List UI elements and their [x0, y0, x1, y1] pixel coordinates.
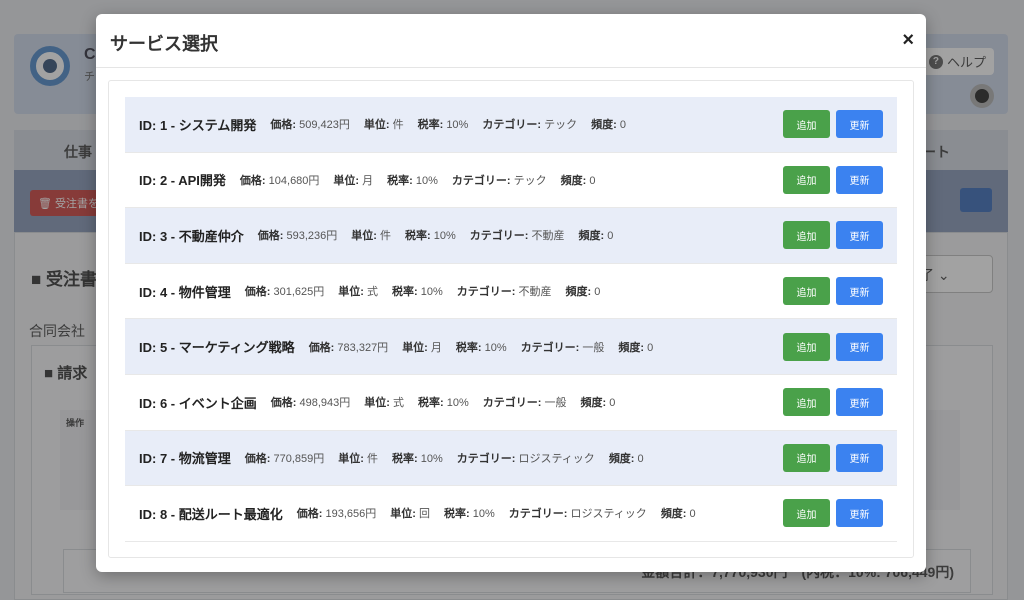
- update-button[interactable]: 更新: [836, 221, 883, 250]
- service-list: ID: 1 - システム開発 価格: 509,423円 単位: 件税率: 10% カテ…: [125, 97, 897, 542]
- service-unit: 単位: 件: [351, 230, 391, 243]
- row-actions: 追加 更新: [783, 221, 883, 250]
- add-button[interactable]: 追加: [783, 277, 830, 306]
- update-button[interactable]: 更新: [836, 388, 883, 417]
- modal-title: サービス選択: [110, 34, 218, 54]
- service-unit: 単位: 回: [390, 508, 430, 521]
- service-select-modal: サービス選択 × ID: 1 - システム開発 価格: 509,423円 単位: 件…: [96, 14, 926, 572]
- service-name: ID: 1 - システム開発: [139, 117, 257, 133]
- row-actions: 追加 更新: [783, 499, 883, 528]
- update-button[interactable]: 更新: [836, 443, 883, 472]
- row-actions: 追加 更新: [783, 332, 883, 361]
- service-frequency: 頻度: 0: [580, 397, 616, 410]
- service-name: ID: 2 - API開発: [139, 173, 226, 189]
- update-button[interactable]: 更新: [836, 110, 883, 139]
- service-category: カテゴリー: テック: [451, 174, 547, 187]
- service-tax: 税率: 10%: [417, 397, 469, 410]
- service-price: 価格: 783,327円: [308, 341, 389, 354]
- row-actions: 追加 更新: [783, 388, 883, 417]
- modal-header: サービス選択 ×: [96, 14, 926, 68]
- service-category: カテゴリー: ロジスティック: [508, 508, 647, 521]
- service-row: ID: 1 - システム開発 価格: 509,423円 単位: 件税率: 10% カテ…: [125, 97, 897, 153]
- update-button[interactable]: 更新: [836, 165, 883, 194]
- service-frequency: 頻度: 0: [578, 230, 614, 243]
- service-name: ID: 4 - 物件管理: [139, 284, 231, 300]
- row-actions: 追加 更新: [783, 165, 883, 194]
- service-tax: 税率: 10%: [404, 230, 456, 243]
- service-frequency: 頻度: 0: [608, 452, 644, 465]
- service-price: 価格: 498,943円: [270, 397, 351, 410]
- service-tax: 税率: 10%: [417, 119, 469, 132]
- service-price: 価格: 104,680円: [239, 174, 320, 187]
- service-category: カテゴリー: 不動産: [469, 230, 565, 243]
- service-category: カテゴリー: テック: [482, 119, 578, 132]
- service-unit: 単位: 件: [338, 452, 378, 465]
- add-button[interactable]: 追加: [783, 499, 830, 528]
- add-button[interactable]: 追加: [783, 332, 830, 361]
- service-price: 価格: 193,656円: [296, 508, 377, 521]
- service-unit: 単位: 月: [333, 174, 374, 187]
- service-frequency: 頻度: 0: [560, 174, 596, 187]
- row-actions: 追加 更新: [783, 277, 883, 306]
- service-name: ID: 5 - マーケティング戦略: [139, 340, 295, 356]
- service-name: ID: 8 - 配送ルート最適化: [139, 506, 283, 522]
- service-tax: 税率: 10%: [387, 174, 438, 187]
- update-button[interactable]: 更新: [836, 332, 883, 361]
- add-button[interactable]: 追加: [783, 443, 830, 472]
- add-button[interactable]: 追加: [783, 388, 830, 417]
- update-button[interactable]: 更新: [836, 277, 883, 306]
- service-row: ID: 3 - 不動産仲介 価格: 593,236円 単位: 件税率: 10% カテゴ…: [125, 208, 897, 264]
- service-frequency: 頻度: 0: [565, 286, 601, 299]
- add-button[interactable]: 追加: [783, 221, 830, 250]
- service-frequency: 頻度: 0: [591, 119, 626, 132]
- service-row: ID: 5 - マーケティング戦略 価格: 783,327円 単位: 月税率: 10…: [125, 319, 897, 375]
- service-category: カテゴリー: 不動産: [456, 286, 552, 299]
- close-button[interactable]: ×: [902, 30, 914, 50]
- service-category: カテゴリー: 一般: [520, 341, 605, 354]
- modal-body: ID: 1 - システム開発 価格: 509,423円 単位: 件税率: 10% カテ…: [108, 80, 914, 558]
- row-actions: 追加 更新: [783, 443, 883, 472]
- add-button[interactable]: 追加: [783, 165, 830, 194]
- service-row: ID: 6 - イベント企画 価格: 498,943円 単位: 式税率: 10% カテ…: [125, 374, 897, 431]
- row-actions: 追加 更新: [783, 110, 883, 139]
- service-frequency: 頻度: 0: [618, 341, 654, 354]
- service-price: 価格: 593,236円: [257, 230, 338, 243]
- service-unit: 単位: 件: [363, 119, 404, 132]
- service-name: ID: 7 - 物流管理: [139, 451, 231, 467]
- service-unit: 単位: 式: [364, 397, 404, 410]
- update-button[interactable]: 更新: [836, 499, 883, 528]
- service-category: カテゴリー: 一般: [482, 397, 567, 410]
- service-tax: 税率: 10%: [455, 341, 507, 354]
- service-frequency: 頻度: 0: [660, 508, 696, 521]
- service-name: ID: 6 - イベント企画: [139, 395, 257, 411]
- service-price: 価格: 301,625円: [244, 286, 325, 299]
- service-unit: 単位: 月: [402, 341, 442, 354]
- service-tax: 税率: 10%: [391, 286, 443, 299]
- service-row: ID: 8 - 配送ルート最適化 価格: 193,656円 単位: 回税率: 10%…: [125, 486, 897, 542]
- add-button[interactable]: 追加: [783, 110, 830, 139]
- service-row: ID: 7 - 物流管理 価格: 770,859円 単位: 件税率: 10% カテゴリ…: [125, 430, 897, 487]
- service-tax: 税率: 10%: [443, 508, 495, 521]
- service-row: ID: 4 - 物件管理 価格: 301,625円 単位: 式税率: 10% カテゴリ…: [125, 263, 897, 320]
- service-price: 価格: 770,859円: [244, 452, 325, 465]
- service-price: 価格: 509,423円: [270, 119, 350, 132]
- service-unit: 単位: 式: [338, 286, 378, 299]
- service-category: カテゴリー: ロジスティック: [456, 452, 595, 465]
- service-tax: 税率: 10%: [391, 452, 443, 465]
- service-row: ID: 2 - API開発 価格: 104,680円 単位: 月税率: 10% カテゴ…: [125, 152, 897, 209]
- service-name: ID: 3 - 不動産仲介: [139, 228, 244, 244]
